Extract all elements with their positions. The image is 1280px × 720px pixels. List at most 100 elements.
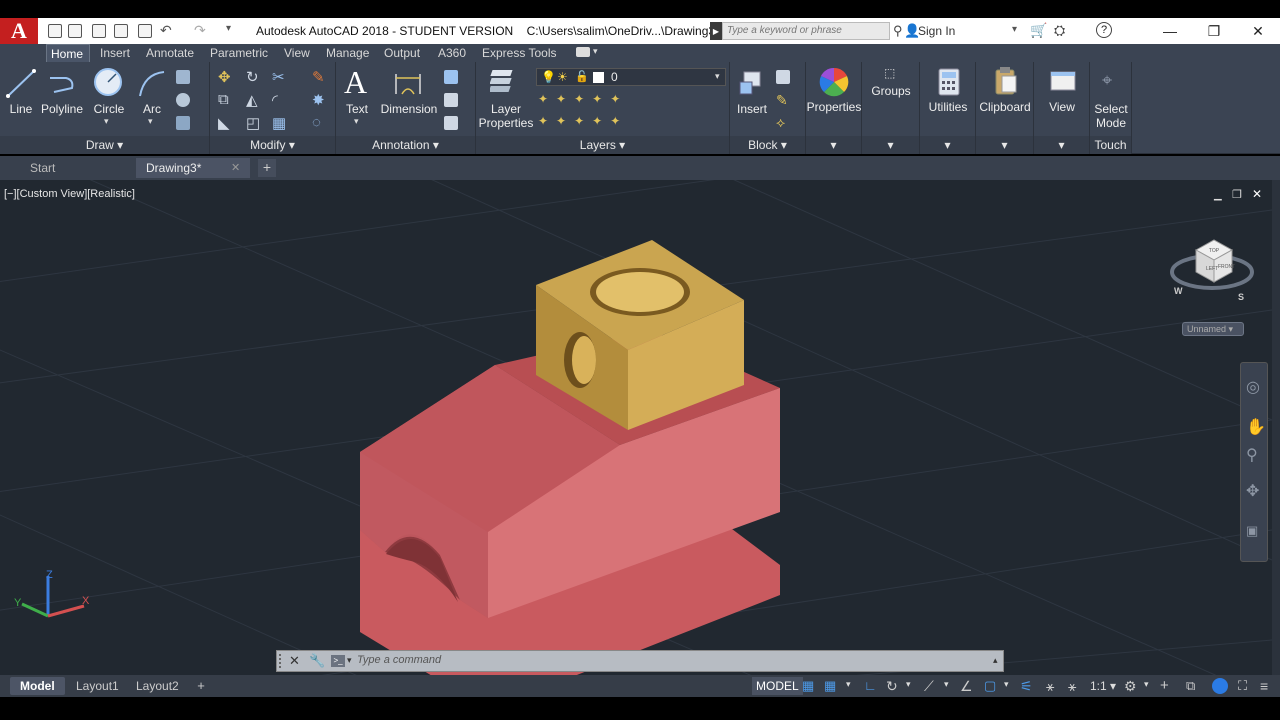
dimension-button[interactable]: Dimension xyxy=(380,102,438,116)
steering-wheel-icon[interactable]: ◎ xyxy=(1246,377,1260,397)
groups-panel-dropdown[interactable]: ▾ xyxy=(862,136,919,154)
tab-start[interactable]: Start xyxy=(20,158,130,178)
viewport-controls-label[interactable]: [−][Custom View][Realistic] xyxy=(4,188,135,200)
search-expand-icon[interactable]: ▶ xyxy=(710,22,722,40)
insert-button[interactable]: Insert xyxy=(732,102,772,116)
new-tab-button[interactable]: + xyxy=(258,159,276,177)
utilities-panel-dropdown[interactable]: ▾ xyxy=(920,136,975,154)
clipboard-icon[interactable] xyxy=(994,66,1018,96)
text-button[interactable]: Text xyxy=(342,102,372,116)
sign-in-dropdown-icon[interactable]: ▾ xyxy=(1012,24,1017,35)
new-file-icon[interactable] xyxy=(48,24,62,38)
tab-home[interactable]: Home xyxy=(46,44,90,62)
annotation-panel-title[interactable]: Annotation ▾ xyxy=(336,136,475,154)
polar-tracking-icon[interactable]: ↻ xyxy=(886,679,900,693)
object-snap-icon[interactable]: ▢ xyxy=(984,679,998,693)
layer-properties-button[interactable]: Layer xyxy=(478,102,534,116)
auto-scale-icon[interactable]: ⚹ xyxy=(1046,679,1060,693)
isodraft-icon[interactable]: ⟋ xyxy=(924,679,938,693)
layer-tools-row-2[interactable]: ✦✦✦✦✦ xyxy=(538,114,648,130)
redo-icon[interactable]: ↷ xyxy=(194,22,206,39)
groups-icon[interactable]: ⬚ xyxy=(884,66,895,80)
clipboard-panel-dropdown[interactable]: ▾ xyxy=(976,136,1033,154)
line-button[interactable]: Line xyxy=(4,102,38,116)
mirror-icon[interactable]: ◭ xyxy=(246,91,258,109)
customize-wrench-icon[interactable]: 🔧 xyxy=(309,653,325,669)
tab-a360[interactable]: A360 xyxy=(434,44,470,62)
close-command-line-icon[interactable]: ✕ xyxy=(289,653,300,669)
rotate-icon[interactable]: ↻ xyxy=(246,68,259,86)
create-block-icon[interactable] xyxy=(776,70,790,84)
tab-model[interactable]: Model xyxy=(10,677,65,695)
fillet-icon[interactable]: ◜ xyxy=(272,91,278,109)
polar-dropdown-icon[interactable]: ▾ xyxy=(906,679,920,693)
polyline-button[interactable]: Polyline xyxy=(40,102,84,116)
workspace-gear-icon[interactable]: ⚙ xyxy=(1124,679,1138,693)
view-panel-dropdown[interactable]: ▾ xyxy=(1034,136,1089,154)
viewport-minimize-icon[interactable]: ▁ xyxy=(1214,190,1222,201)
layer-tools-row-1[interactable]: ✦✦✦✦✦ xyxy=(538,92,648,108)
tab-parametric[interactable]: Parametric xyxy=(206,44,272,62)
snap-mode-icon[interactable]: ▦ xyxy=(824,679,838,693)
minimize-button[interactable]: — xyxy=(1150,20,1190,42)
zoom-icon[interactable]: ⚲ xyxy=(1246,445,1258,465)
snap-dropdown-icon[interactable]: ▾ xyxy=(846,679,860,693)
properties-panel-dropdown[interactable]: ▾ xyxy=(806,136,861,154)
layer-properties-button-line2[interactable]: Properties xyxy=(478,116,534,130)
linear-dim-icon[interactable] xyxy=(444,70,458,84)
arc-dropdown-icon[interactable]: ▾ xyxy=(148,116,153,127)
tab-insert[interactable]: Insert xyxy=(96,44,134,62)
osnap-dropdown-icon[interactable]: ▾ xyxy=(1004,679,1018,693)
gradient-icon[interactable] xyxy=(176,116,190,130)
save-as-icon[interactable] xyxy=(114,24,128,38)
plot-icon[interactable] xyxy=(138,24,152,38)
offset-icon[interactable]: ◌ xyxy=(312,114,321,131)
tab-output[interactable]: Output xyxy=(380,44,424,62)
grid-display-icon[interactable]: ▦ xyxy=(802,679,816,693)
restore-button[interactable]: ❐ xyxy=(1194,20,1234,42)
tab-annotate[interactable]: Annotate xyxy=(142,44,198,62)
attribute-icon[interactable]: ⟡ xyxy=(776,114,785,131)
calculator-icon[interactable] xyxy=(938,68,960,96)
dimension-icon[interactable] xyxy=(392,68,424,98)
touch-panel-title[interactable]: Touch xyxy=(1090,136,1131,154)
select-mode-button-line2[interactable]: Mode xyxy=(1090,116,1132,130)
model-space-button[interactable]: MODEL xyxy=(752,677,803,695)
isolate-objects-icon[interactable] xyxy=(1212,678,1228,694)
properties-button[interactable]: Properties xyxy=(806,100,862,114)
clean-screen-icon[interactable]: ⛶ xyxy=(1238,679,1252,693)
crosshair-icon[interactable]: + xyxy=(1160,678,1174,693)
viewport-close-icon[interactable]: ✕ xyxy=(1252,187,1262,201)
object-snap-tracking-icon[interactable]: ∠ xyxy=(960,679,974,693)
copy-icon[interactable]: ⧉ xyxy=(218,91,229,108)
scale-dropdown[interactable]: 1:1 ▾ xyxy=(1090,679,1116,693)
polyline-icon[interactable] xyxy=(46,68,78,98)
open-file-icon[interactable] xyxy=(68,24,82,38)
ribbon-minimize-icon[interactable] xyxy=(576,47,590,57)
layer-properties-icon[interactable] xyxy=(490,66,520,96)
units-icon[interactable]: ⧉ xyxy=(1186,679,1200,693)
close-button[interactable]: ✕ xyxy=(1238,20,1278,42)
pan-icon[interactable]: ✋ xyxy=(1246,417,1266,437)
stretch-icon[interactable]: ◣ xyxy=(218,114,230,132)
text-dropdown-icon[interactable]: ▾ xyxy=(354,116,359,127)
tab-layout2[interactable]: Layout2 xyxy=(126,677,189,695)
line-icon[interactable] xyxy=(6,68,36,98)
insert-block-icon[interactable] xyxy=(736,68,766,98)
explode-icon[interactable]: ✸ xyxy=(312,91,325,109)
hatch-icon[interactable] xyxy=(176,93,190,107)
view-button[interactable]: View xyxy=(1034,100,1090,114)
autocad-logo-icon[interactable]: A xyxy=(0,18,38,44)
viewcube[interactable]: TOP LEFT FRONT W S xyxy=(1166,230,1258,310)
draw-panel-title[interactable]: Draw ▾ xyxy=(0,136,209,154)
table-icon[interactable] xyxy=(444,116,458,130)
leader-icon[interactable] xyxy=(444,93,458,107)
layer-dropdown[interactable]: 💡 ☀ 🔓 0 ▾ xyxy=(536,68,726,86)
move-icon[interactable]: ✥ xyxy=(218,68,231,86)
drawing-viewport[interactable]: [−][Custom View][Realistic] ▁ ❐ ✕ TOP LE… xyxy=(0,180,1272,675)
modify-panel-title[interactable]: Modify ▾ xyxy=(210,136,335,154)
ribbon-options-dropdown-icon[interactable]: ▾ xyxy=(593,46,598,57)
close-tab-icon[interactable]: ✕ xyxy=(231,161,240,174)
help-icon[interactable]: ? xyxy=(1096,22,1112,38)
tab-layout1[interactable]: Layout1 xyxy=(66,677,129,695)
